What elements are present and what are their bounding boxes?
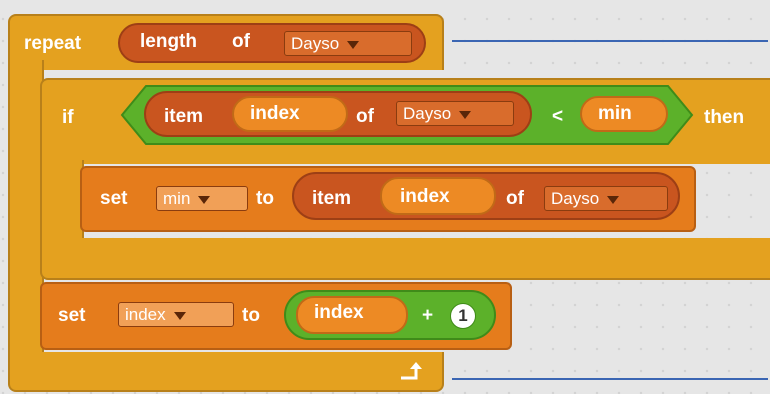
if-item-list-dropdown-value: Dayso <box>403 104 452 123</box>
repeat-keyword: repeat <box>24 33 82 54</box>
connector-line-top <box>452 40 768 42</box>
length-list-dropdown-value: Dayso <box>291 34 340 53</box>
set-index-keyword: set <box>58 305 86 326</box>
chevron-down-icon <box>198 195 211 204</box>
set-min-item-index-label: index <box>400 186 450 207</box>
repeat-arm <box>8 60 44 360</box>
loop-arrow-icon <box>401 362 422 380</box>
length-of-label: of <box>232 31 250 52</box>
less-than-operator: < <box>552 106 564 127</box>
set-min-item-list-dropdown[interactable]: Dayso <box>544 186 668 211</box>
if-keyword: if <box>62 107 74 128</box>
if-footer[interactable] <box>40 238 770 280</box>
set-min-item-of-label: of <box>506 188 524 209</box>
if-min-label: min <box>598 103 632 124</box>
length-label: length <box>140 31 197 52</box>
add-left-index-label: index <box>314 302 364 323</box>
set-min-item-label: item <box>312 188 352 209</box>
if-arm <box>40 160 84 246</box>
length-list-dropdown[interactable]: Dayso <box>284 31 412 56</box>
repeat-footer[interactable] <box>8 352 444 392</box>
set-min-to-label: to <box>256 188 274 209</box>
set-min-item-list-dropdown-value: Dayso <box>551 189 600 208</box>
chevron-down-icon <box>347 40 360 49</box>
number-input[interactable]: 1 <box>450 303 476 329</box>
number-input-value: 1 <box>458 306 468 325</box>
connector-line-bottom <box>452 378 768 380</box>
if-item-of-label: of <box>356 106 374 127</box>
chevron-down-icon <box>607 195 620 204</box>
if-item-label: item <box>164 106 204 127</box>
set-min-keyword: set <box>100 188 128 209</box>
set-index-var-dropdown-value: index <box>125 305 166 324</box>
then-keyword: then <box>704 107 745 128</box>
chevron-down-icon <box>459 110 472 119</box>
set-index-to-label: to <box>242 305 260 326</box>
set-min-var-dropdown[interactable]: min <box>156 186 248 211</box>
chevron-down-icon <box>173 311 186 320</box>
set-min-var-dropdown-value: min <box>163 189 191 208</box>
if-item-index-label: index <box>250 103 300 124</box>
set-index-var-dropdown[interactable]: index <box>118 302 234 327</box>
plus-operator: + <box>422 305 434 326</box>
if-item-list-dropdown[interactable]: Dayso <box>396 101 514 126</box>
